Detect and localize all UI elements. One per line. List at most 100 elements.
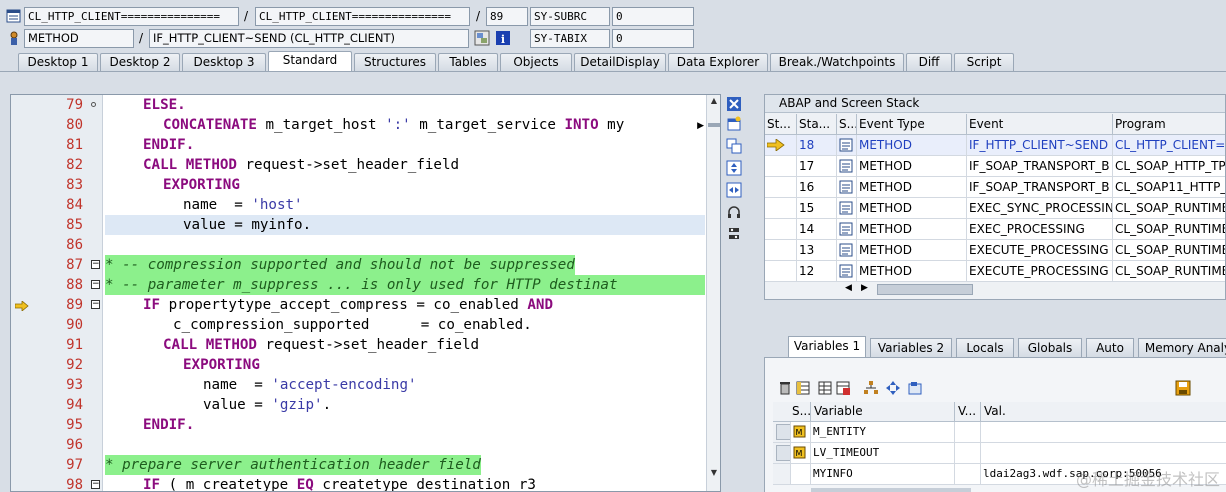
col-header[interactable]: Variable (811, 402, 955, 422)
tab-desktop-1[interactable]: Desktop 1 (18, 53, 98, 72)
move-icon[interactable] (885, 380, 901, 396)
detail-icon[interactable] (907, 380, 923, 396)
row-selector[interactable] (773, 464, 791, 485)
variable-value[interactable] (981, 443, 1226, 464)
tab-objects[interactable]: Objects (500, 53, 572, 72)
tab-diff[interactable]: Diff (906, 53, 952, 72)
maximize-icon[interactable] (726, 160, 742, 176)
current-statement-arrow-icon (14, 300, 29, 312)
code-token: CONCATENATE (163, 117, 257, 133)
include-field[interactable]: CL_HTTP_CLIENT=============== (255, 7, 470, 26)
col-header[interactable]: St... (765, 114, 797, 135)
code-line: 98 − IF ( m_createtype EQ createtype_des… (11, 475, 705, 491)
col-header[interactable]: S... (773, 402, 811, 422)
current-arrow-icon (765, 135, 797, 156)
program-name: CL_SOAP_RUNTIME_ (1113, 198, 1225, 219)
col-header[interactable]: V... (955, 402, 981, 422)
delete-icon[interactable] (777, 380, 793, 396)
copy-window-icon[interactable] (726, 138, 742, 154)
event-field[interactable]: IF_HTTP_CLIENT~SEND (CL_HTTP_CLIENT) (149, 29, 469, 48)
insert-row-icon[interactable] (795, 380, 811, 396)
tab-detaildisplay[interactable]: DetailDisplay (574, 53, 666, 72)
remove-row-icon[interactable] (835, 380, 851, 396)
stack-horizontal-scrollbar[interactable]: ◀ ▶ (841, 283, 1225, 297)
program-name: CL_SOAP_RUNTIME_ (1113, 240, 1225, 261)
source-editor[interactable]: 79 ELSE. 80 CONCATENATE m_target_host ':… (10, 94, 721, 492)
editor-vertical-scrollbar[interactable]: ▲ ▼ (706, 95, 720, 491)
variable-value[interactable] (981, 422, 1226, 443)
tab-variables-1[interactable]: Variables 1 (788, 336, 866, 358)
variable-viewer[interactable] (955, 464, 981, 485)
row-selector[interactable] (773, 422, 791, 443)
row-select-box[interactable] (776, 445, 790, 461)
line-number: 79 (66, 97, 83, 113)
code-token: 'accept-encoding' (271, 377, 417, 393)
col-header[interactable]: Event (967, 114, 1113, 135)
fold-collapse-icon[interactable]: − (91, 300, 100, 309)
line-field[interactable]: 89 (486, 7, 528, 26)
code-token: IF (143, 297, 161, 313)
code-line: 81 ENDIF. (11, 135, 705, 155)
program-field[interactable]: CL_HTTP_CLIENT=============== (24, 7, 239, 26)
fold-collapse-icon[interactable]: − (91, 280, 100, 289)
line-number: 94 (66, 397, 83, 413)
method-type-icon (837, 135, 857, 156)
fold-dot-icon (91, 102, 96, 107)
close-icon[interactable] (726, 96, 742, 112)
method-type-icon (837, 219, 857, 240)
scroll-left-icon[interactable]: ◀ (845, 283, 852, 293)
tab-desktop-3[interactable]: Desktop 3 (182, 53, 266, 72)
variable-name[interactable]: MYINFO (811, 464, 955, 485)
row-select-box[interactable] (776, 424, 790, 440)
navigate-icon[interactable] (474, 30, 490, 46)
tab-standard[interactable]: Standard (268, 51, 352, 72)
scroll-right-icon[interactable]: ▶ (861, 283, 868, 293)
event-type-field[interactable]: METHOD (24, 29, 134, 48)
tab-breakpoints[interactable]: Break./Watchpoints (770, 53, 904, 72)
code-line: 86 (11, 235, 705, 255)
fold-collapse-icon[interactable]: − (91, 480, 100, 489)
scroll-right-icon[interactable]: ▶ (697, 121, 704, 131)
fold-collapse-icon[interactable]: − (91, 260, 100, 269)
col-header[interactable]: S... (837, 114, 857, 135)
sy-subrc-value: 0 (612, 7, 694, 26)
info-icon[interactable]: i (495, 30, 511, 46)
swap-icon[interactable] (726, 182, 742, 198)
scroll-up-icon[interactable]: ▲ (708, 95, 720, 107)
col-header[interactable]: Sta... (797, 114, 837, 135)
scroll-thumb[interactable] (877, 284, 973, 295)
col-header[interactable]: Program (1113, 114, 1225, 135)
event-name: EXEC_SYNC_PROCESSING (967, 198, 1113, 219)
col-header[interactable]: Event Type (857, 114, 967, 135)
tab-tables[interactable]: Tables (438, 53, 498, 72)
event-type: METHOD (857, 177, 967, 198)
tab-script[interactable]: Script (954, 53, 1014, 72)
tab-globals[interactable]: Globals (1018, 338, 1082, 358)
stack-level: 15 (797, 198, 837, 219)
scroll-thumb[interactable] (708, 123, 720, 127)
variable-name[interactable]: LV_TIMEOUT (811, 443, 955, 464)
variable-name[interactable]: M_ENTITY (811, 422, 955, 443)
hierarchy-icon[interactable] (863, 380, 879, 396)
tab-memory-analysis[interactable]: Memory Analy (1138, 338, 1226, 358)
new-window-icon[interactable] (726, 116, 742, 132)
tab-desktop-2[interactable]: Desktop 2 (100, 53, 180, 72)
settings-icon[interactable] (726, 226, 742, 242)
tab-structures[interactable]: Structures (354, 53, 436, 72)
col-header[interactable]: Val. (981, 402, 1226, 422)
variables-horizontal-scrollbar[interactable] (811, 488, 971, 492)
tab-data-explorer[interactable]: Data Explorer (668, 53, 768, 72)
code-line: 94 value = 'gzip'. (11, 395, 705, 415)
tab-variables-2[interactable]: Variables 2 (870, 338, 952, 358)
row-selector[interactable] (773, 443, 791, 464)
table-icon[interactable] (817, 380, 833, 396)
variable-viewer[interactable] (955, 422, 981, 443)
tab-auto[interactable]: Auto (1086, 338, 1134, 358)
line-number: 84 (66, 197, 83, 213)
variable-viewer[interactable] (955, 443, 981, 464)
scroll-down-icon[interactable]: ▼ (708, 467, 720, 479)
tab-locals[interactable]: Locals (956, 338, 1014, 358)
headphones-icon[interactable] (726, 204, 742, 220)
code-line: 89 − IF propertytype_accept_compress = c… (11, 295, 705, 315)
save-icon[interactable] (1175, 380, 1191, 396)
